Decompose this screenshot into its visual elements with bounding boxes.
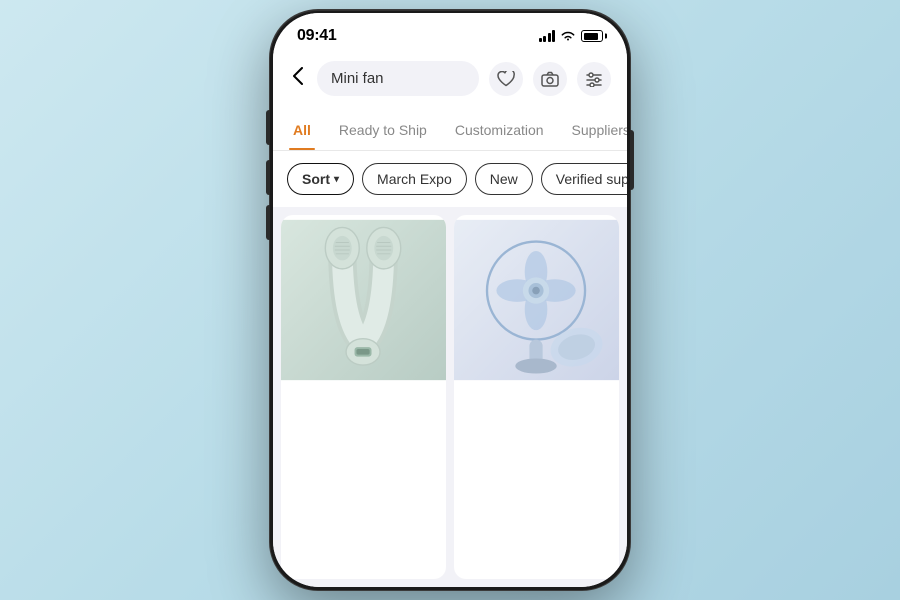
products-grid (273, 207, 627, 587)
desk-fan-image (454, 215, 619, 385)
tab-customization[interactable]: Customization (451, 112, 548, 150)
battery-icon (581, 30, 603, 42)
verified-suppliers-chip[interactable]: Verified suppliers (541, 163, 627, 195)
wishlist-button[interactable] (489, 62, 523, 96)
tabs-area: All Ready to Ship Customization Supplier… (273, 108, 627, 151)
chevron-down-icon: ▾ (334, 174, 339, 185)
status-icons (539, 30, 604, 42)
status-bar: 09:41 (273, 13, 627, 53)
wifi-icon (560, 30, 576, 42)
tab-all[interactable]: All (289, 112, 315, 150)
march-expo-chip[interactable]: March Expo (362, 163, 467, 195)
phone-frame: 09:41 (270, 10, 630, 590)
filters-area: Sort ▾ March Expo New Verified suppliers (273, 151, 627, 207)
sliders-icon (585, 71, 603, 87)
tab-suppliers[interactable]: Suppliers (568, 112, 627, 150)
tab-ready-to-ship[interactable]: Ready to Ship (335, 112, 431, 150)
heart-icon (497, 71, 515, 87)
product-card-neck-fan[interactable] (281, 215, 446, 579)
status-time: 09:41 (297, 27, 336, 45)
camera-icon (541, 71, 559, 87)
sort-chip[interactable]: Sort ▾ (287, 163, 354, 195)
new-chip[interactable]: New (475, 163, 533, 195)
filter-button[interactable] (577, 62, 611, 96)
search-area: Mini fan (273, 53, 627, 108)
camera-search-button[interactable] (533, 62, 567, 96)
product-card-desk-fan[interactable] (454, 215, 619, 579)
search-input[interactable]: Mini fan (331, 70, 465, 87)
signal-icon (539, 30, 556, 42)
search-bar[interactable]: Mini fan (317, 61, 479, 96)
phone-screen: 09:41 (273, 13, 627, 587)
neck-fan-image (281, 215, 446, 385)
back-button[interactable] (289, 63, 307, 95)
